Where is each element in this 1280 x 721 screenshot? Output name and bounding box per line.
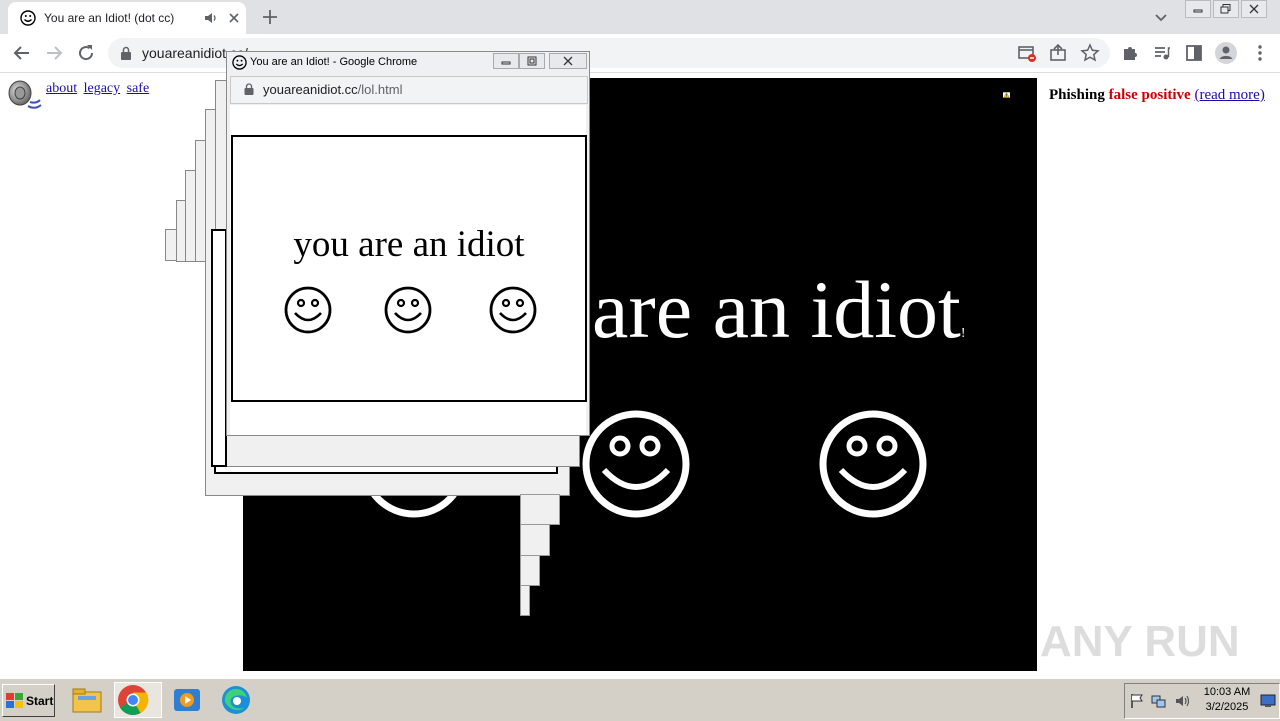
- anyrun-watermark-logo: ANY RUN: [1040, 606, 1240, 670]
- browser-tab[interactable]: You are an Idiot! (dot cc): [8, 2, 246, 34]
- popup-url-host: youareanidiot.cc: [263, 82, 358, 97]
- speaker-icon[interactable]: [6, 78, 42, 112]
- back-arrow-icon[interactable]: [12, 43, 32, 63]
- extensions-puzzle-icon[interactable]: [1120, 43, 1140, 63]
- popup-url: youareanidiot.cc/lol.html: [263, 82, 402, 97]
- popup-address-bar[interactable]: youareanidiot.cc/lol.html: [230, 76, 588, 104]
- restore-button[interactable]: [1213, 0, 1239, 18]
- minimize-button[interactable]: [1185, 0, 1211, 18]
- show-desktop-icon[interactable]: [1260, 693, 1276, 709]
- chrome-taskbar-button[interactable]: [114, 682, 162, 718]
- media-control-icon[interactable]: [1152, 43, 1172, 63]
- stacked-popup-window[interactable]: [520, 494, 560, 525]
- start-button[interactable]: Start: [2, 684, 55, 717]
- blocked-popup-icon[interactable]: [1017, 43, 1037, 63]
- volume-icon[interactable]: [1175, 693, 1191, 709]
- popup-page: you are an idiot: [230, 105, 586, 435]
- popup-minimize-button[interactable]: [493, 53, 519, 69]
- smiley-face-icon: [283, 285, 333, 335]
- new-tab-icon[interactable]: [258, 6, 282, 28]
- big-idiot-text-main: are an idiot: [592, 264, 961, 355]
- system-tray: 10:03 AM 3/2/2025: [1124, 683, 1280, 719]
- bookmark-star-icon[interactable]: [1080, 43, 1100, 63]
- stacked-popup-frame: [211, 229, 227, 467]
- safe-link[interactable]: safe: [127, 81, 150, 96]
- forward-arrow-icon[interactable]: [44, 43, 64, 63]
- profile-avatar-icon[interactable]: [1215, 42, 1237, 64]
- menu-kebab-icon[interactable]: [1250, 43, 1270, 63]
- big-idiot-text: are an idiot!: [592, 263, 966, 357]
- file-explorer-icon[interactable]: [70, 684, 104, 716]
- flag-icon[interactable]: [1129, 693, 1145, 709]
- chrome-logo-icon: [117, 684, 149, 716]
- smiley-favicon-icon: [20, 10, 36, 26]
- window-controls: [1183, 0, 1267, 18]
- popup-content-frame: you are an idiot: [231, 135, 587, 402]
- close-icon: [1249, 4, 1259, 14]
- clock[interactable]: 10:03 AM 3/2/2025: [1197, 685, 1257, 715]
- close-icon: [563, 56, 573, 66]
- popup-title: You are an Idiot! - Google Chrome: [250, 56, 417, 68]
- read-more-link[interactable]: (read more): [1194, 87, 1264, 103]
- tab-close-icon[interactable]: [226, 10, 242, 26]
- big-idiot-text-suffix: !: [961, 326, 966, 341]
- minimize-icon: [501, 57, 511, 65]
- start-label: Start: [26, 694, 53, 708]
- popup-titlebar[interactable]: You are an Idiot! - Google Chrome: [227, 52, 589, 73]
- tab-strip: You are an Idiot! (dot cc): [0, 0, 1280, 34]
- smiley-face-icon: [383, 285, 433, 335]
- popup-maximize-button[interactable]: [519, 53, 545, 69]
- about-link[interactable]: about: [46, 81, 77, 96]
- edge-logo-icon[interactable]: [219, 684, 253, 716]
- smiley-face-icon: [488, 285, 538, 335]
- chevron-down-icon[interactable]: [1152, 8, 1170, 26]
- false-positive-word: false positive: [1109, 87, 1191, 103]
- side-panel-icon[interactable]: [1184, 43, 1204, 63]
- close-window-button[interactable]: [1241, 0, 1267, 18]
- windows-logo-icon: [6, 693, 24, 709]
- popup-close-button[interactable]: [549, 53, 587, 69]
- stacked-popup-window[interactable]: [520, 555, 540, 586]
- lock-icon: [244, 83, 254, 95]
- clock-time: 10:03 AM: [1197, 685, 1257, 700]
- smiley-face-icon: [817, 408, 929, 520]
- stacked-popup-window[interactable]: [520, 524, 550, 556]
- legacy-link[interactable]: legacy: [84, 81, 121, 96]
- popup-url-path: /lol.html: [358, 82, 403, 97]
- share-icon[interactable]: [1048, 43, 1068, 63]
- lock-icon[interactable]: [120, 46, 132, 60]
- warning-icon: [1003, 78, 1047, 112]
- reload-icon[interactable]: [76, 43, 96, 63]
- maximize-icon: [527, 56, 537, 66]
- phishing-banner: Phishing false positive (read more): [1049, 87, 1265, 104]
- smiley-face-icon: [580, 408, 692, 520]
- restore-icon: [1220, 4, 1232, 14]
- browser-toolbar: youareanidiot.cc/: [0, 34, 1280, 73]
- audio-playing-icon[interactable]: [204, 11, 218, 25]
- media-player-icon[interactable]: [170, 684, 204, 716]
- smiley-favicon-icon: [232, 55, 247, 70]
- taskbar: Start 10:03 AM 3/2/2025: [0, 678, 1280, 721]
- idiot-popup-window[interactable]: You are an Idiot! - Google Chrome youare…: [226, 51, 590, 436]
- top-links: about legacy safe: [46, 81, 152, 97]
- stacked-popup-window[interactable]: [520, 585, 530, 616]
- phishing-word: Phishing: [1049, 87, 1105, 103]
- clock-date: 3/2/2025: [1197, 700, 1257, 715]
- watermark-text: ANY RUN: [1040, 617, 1240, 666]
- minimize-icon: [1193, 5, 1203, 13]
- tab-title: You are an Idiot! (dot cc): [44, 11, 174, 25]
- network-icon[interactable]: [1151, 693, 1167, 709]
- popup-idiot-text: you are an idiot: [233, 223, 585, 266]
